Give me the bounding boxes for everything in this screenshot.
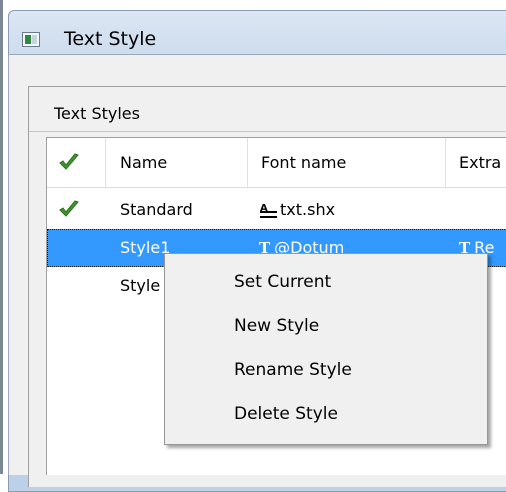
font-name: Atxt.shx	[259, 191, 335, 229]
group-title: Text Styles	[54, 104, 140, 123]
app-icon	[22, 32, 40, 47]
column-header-font-name[interactable]: Font name	[261, 138, 346, 187]
current-style-check-icon	[59, 200, 79, 217]
list-column-header: Name Font name Extra	[47, 138, 506, 188]
menu-item-new-style[interactable]: New Style	[167, 306, 485, 346]
font-name-text: txt.shx	[280, 200, 336, 219]
style-name: Style1	[120, 238, 171, 257]
style-name: Standard	[120, 200, 193, 219]
current-column-check-icon[interactable]	[58, 152, 80, 172]
column-header-extra[interactable]: Extra	[459, 138, 501, 187]
column-header-name[interactable]: Name	[120, 138, 167, 187]
column-separator	[105, 138, 106, 187]
menu-item-delete-style[interactable]: Delete Style	[167, 394, 485, 434]
column-separator	[247, 138, 248, 187]
table-row[interactable]: Standard Atxt.shx	[47, 191, 506, 229]
menu-item-set-current[interactable]: Set Current	[167, 262, 485, 302]
shx-font-icon: A	[259, 203, 278, 218]
window-title: Text Style	[64, 28, 157, 50]
menu-item-rename-style[interactable]: Rename Style	[167, 350, 485, 390]
window-left-edge	[0, 0, 3, 474]
group-header: Text Styles	[29, 87, 506, 132]
style-name: Style	[120, 276, 161, 295]
column-separator	[445, 138, 446, 187]
context-menu: Set Current New Style Rename Style Delet…	[164, 253, 488, 445]
